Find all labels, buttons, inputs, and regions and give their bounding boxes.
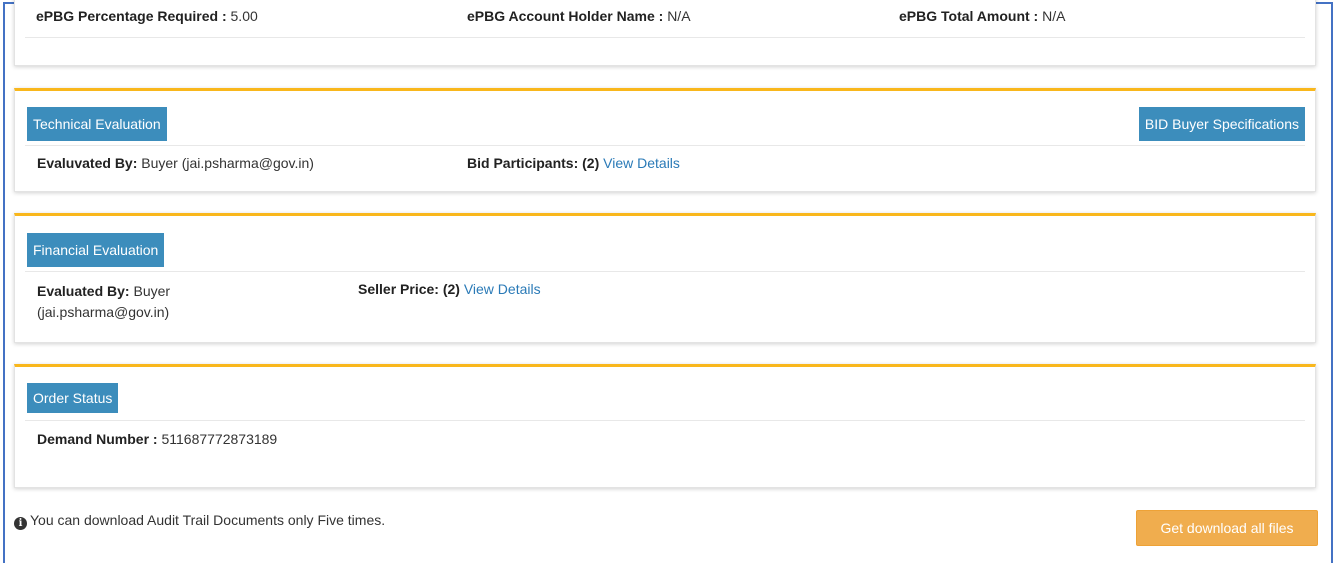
demand-number: Demand Number : 511687772873189	[37, 431, 277, 447]
order-status-panel: Order Status Demand Number : 51168777287…	[14, 364, 1316, 488]
divider	[25, 145, 1305, 146]
technical-evaluated-by: Evaluvated By: Buyer (jai.psharma@gov.in…	[37, 155, 314, 171]
technical-evaluation-panel: Technical Evaluation BID Buyer Specifica…	[14, 88, 1316, 192]
epbg-holder: ePBG Account Holder Name : N/A	[467, 8, 691, 24]
seller-price-label: Seller Price: (2)	[358, 281, 460, 297]
get-download-all-files-button[interactable]: Get download all files	[1136, 510, 1318, 546]
financial-evaluated-by: Evaluated By: Buyer (jai.psharma@gov.in)	[37, 281, 170, 323]
epbg-percentage-label: ePBG Percentage Required :	[36, 8, 227, 24]
bid-buyer-specifications-button[interactable]: BID Buyer Specifications	[1138, 107, 1305, 141]
audit-trail-note: i You can download Audit Trail Documents …	[14, 512, 385, 530]
bid-participants: Bid Participants: (2) View Details	[467, 155, 680, 171]
epbg-total: ePBG Total Amount : N/A	[899, 8, 1065, 24]
epbg-total-value: N/A	[1042, 8, 1066, 24]
epbg-holder-value: N/A	[667, 8, 691, 24]
financial-evaluation-panel: Financial Evaluation Evaluated By: Buyer…	[14, 213, 1316, 343]
seller-price-view-details-link[interactable]: View Details	[464, 281, 541, 297]
evaluated-by-value-line1: Buyer	[133, 283, 171, 299]
bid-participants-view-details-link[interactable]: View Details	[603, 155, 680, 171]
evaluated-by-label: Evaluated By:	[37, 283, 130, 299]
demand-number-label: Demand Number :	[37, 431, 158, 447]
divider	[25, 37, 1305, 38]
bid-participants-label: Bid Participants: (2)	[467, 155, 600, 171]
epbg-panel: ePBG Percentage Required : 5.00 ePBG Acc…	[14, 0, 1316, 66]
evaluated-by-value-line2: (jai.psharma@gov.in)	[37, 304, 170, 320]
order-status-title: Order Status	[27, 383, 119, 413]
financial-evaluation-title: Financial Evaluation	[27, 233, 165, 267]
evaluated-by-value: Buyer (jai.psharma@gov.in)	[141, 155, 314, 171]
seller-price: Seller Price: (2) View Details	[358, 281, 541, 297]
epbg-holder-label: ePBG Account Holder Name :	[467, 8, 664, 24]
divider	[25, 420, 1305, 421]
info-circle-icon: i	[14, 517, 27, 530]
evaluated-by-label: Evaluvated By:	[37, 155, 138, 171]
technical-evaluation-title: Technical Evaluation	[27, 107, 167, 141]
epbg-total-label: ePBG Total Amount :	[899, 8, 1039, 24]
demand-number-value: 511687772873189	[161, 431, 278, 447]
divider	[25, 271, 1305, 272]
epbg-percentage-value: 5.00	[230, 8, 258, 24]
epbg-percentage: ePBG Percentage Required : 5.00	[36, 8, 258, 24]
audit-trail-note-text: You can download Audit Trail Documents o…	[30, 512, 386, 528]
